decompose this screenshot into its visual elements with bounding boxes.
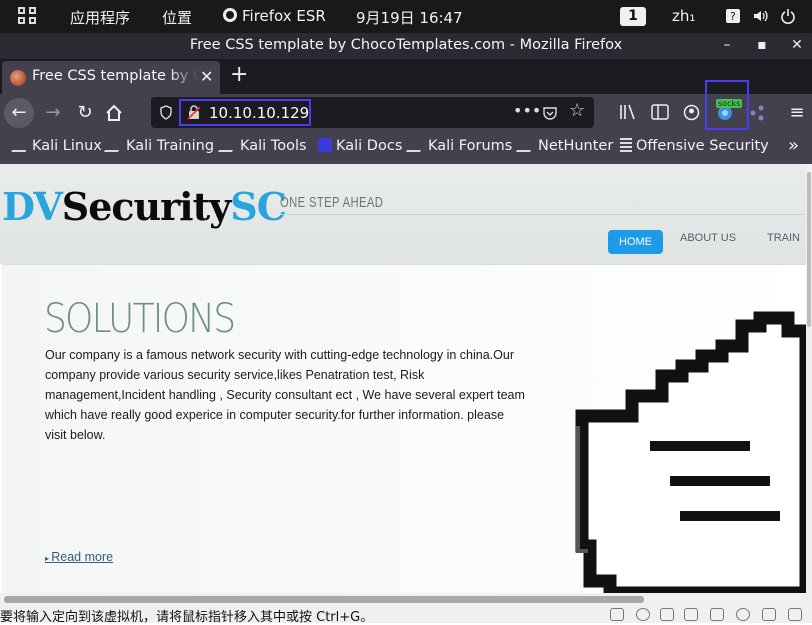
navigation-toolbar: ← → ↻ 10.10.10.129 ••• ☆ socks ≡: [0, 80, 812, 131]
bookmark-label: Kali Linux: [32, 138, 102, 154]
maximize-button[interactable]: ▪: [753, 33, 771, 57]
nethunter-icon: [515, 138, 539, 152]
new-tab-button[interactable]: +: [230, 62, 248, 87]
hamburger-menu-icon[interactable]: ≡: [782, 98, 812, 128]
bookmark-kali-tools[interactable]: Kali Tools: [217, 138, 307, 154]
firefox-app-menu[interactable]: Firefox ESR: [222, 7, 326, 25]
site-tagline: ONE STEP AHEAD: [280, 194, 384, 211]
tagline-divider: [280, 214, 806, 215]
usb-icon[interactable]: [684, 608, 698, 621]
bookmark-label: Kali Docs: [336, 138, 403, 154]
bookmark-label: NetHunter: [538, 138, 614, 154]
horizontal-scrollbar[interactable]: [0, 593, 812, 606]
kali-dragon-icon: [11, 138, 31, 152]
printer-icon[interactable]: [762, 608, 776, 621]
url-bar[interactable]: 10.10.10.129 ••• ☆: [151, 97, 594, 128]
kali-dragon-icon: [103, 138, 127, 152]
bookmark-nethunter[interactable]: NetHunter: [515, 138, 614, 154]
firefox-icon: [223, 8, 237, 22]
bookmark-kali-docs[interactable]: Kali Docs: [318, 138, 402, 154]
bookmark-label: Kali Tools: [240, 138, 307, 154]
nav-train[interactable]: TRAIN: [767, 232, 800, 244]
extension-share-icon[interactable]: [749, 104, 765, 122]
bookmarks-overflow-icon[interactable]: »: [788, 135, 799, 156]
kali-docs-icon: [318, 138, 332, 152]
cdrom-icon[interactable]: [636, 608, 650, 621]
read-more-link[interactable]: Read more: [45, 550, 113, 564]
bookmark-kali-linux[interactable]: Kali Linux: [11, 138, 102, 154]
vertical-scrollbar[interactable]: [806, 164, 812, 593]
account-icon[interactable]: [683, 104, 700, 121]
insecure-lock-icon[interactable]: [187, 105, 201, 120]
vm-status-message: 要将输入定向到该虚拟机，请将鼠标指针移入其中或按 Ctrl+G。: [0, 610, 374, 625]
logo-sc: SC: [230, 184, 287, 229]
sound-icon[interactable]: [710, 608, 724, 621]
applications-menu[interactable]: 应用程序: [70, 7, 130, 28]
volume-icon[interactable]: [752, 8, 768, 24]
socks-badge: socks: [716, 99, 743, 108]
shield-icon[interactable]: [159, 105, 173, 120]
svg-text:?: ?: [730, 10, 736, 23]
bookmark-label: Offensive Security: [636, 138, 769, 154]
power-icon[interactable]: [780, 8, 796, 24]
app-grid-icon[interactable]: [18, 7, 38, 25]
library-icon[interactable]: [619, 104, 637, 120]
hdd-icon[interactable]: [610, 608, 624, 621]
places-menu[interactable]: 位置: [162, 7, 192, 28]
system-top-bar: 应用程序 位置 Firefox ESR 9月19日 16:47 1 zh₁ ?: [0, 0, 812, 33]
bookmark-label: Kali Forums: [428, 138, 513, 154]
nav-home[interactable]: HOME: [608, 230, 663, 254]
minimize-button[interactable]: –: [718, 33, 736, 57]
input-method-indicator[interactable]: zh₁: [672, 7, 695, 25]
bookmark-offensive-security[interactable]: Offensive Security: [620, 138, 769, 154]
hero-description: Our company is a famous network security…: [45, 348, 525, 442]
bookmark-kali-training[interactable]: Kali Training: [103, 138, 215, 154]
network-icon[interactable]: [660, 608, 674, 621]
bookmarks-toolbar: Kali Linux Kali Training Kali Tools Kali…: [0, 131, 812, 164]
tab-close-icon[interactable]: ✕: [200, 67, 213, 86]
logo-security: Security: [61, 184, 231, 229]
pixel-hand-cursor-image: [575, 311, 806, 593]
site-favicon-icon: [10, 70, 26, 86]
kali-dragon-icon: [405, 138, 429, 152]
bookmark-star-icon[interactable]: ☆: [569, 100, 585, 121]
clock[interactable]: 9月19日 16:47: [356, 7, 463, 28]
bookmark-kali-forums[interactable]: Kali Forums: [405, 138, 513, 154]
firefox-app-label: Firefox ESR: [242, 7, 326, 25]
hero-title: SOLUTIONS: [44, 296, 236, 342]
bookmark-label: Kali Training: [126, 138, 215, 154]
vm-settings-icon[interactable]: [788, 608, 802, 621]
forward-button[interactable]: →: [38, 98, 68, 128]
close-window-button[interactable]: ✕: [788, 33, 806, 57]
tab-active[interactable]: Free CSS template by ChocoTemplates.com …: [2, 61, 220, 94]
window-title-bar: Free CSS template by ChocoTemplates.com …: [0, 33, 812, 59]
tab-strip: Free CSS template by ChocoTemplates.com …: [0, 59, 812, 94]
site-header: DVSecuritySC ONE STEP AHEAD HOME ABOUT U…: [0, 164, 806, 264]
site-logo[interactable]: DVSecuritySC: [2, 184, 287, 229]
tab-label: Free CSS template by ChocoTemplates.com: [32, 68, 198, 84]
reload-button[interactable]: ↻: [70, 98, 100, 128]
display-icon[interactable]: [736, 608, 750, 621]
back-button[interactable]: ←: [4, 98, 34, 128]
pocket-icon[interactable]: [542, 105, 558, 121]
workspace-indicator[interactable]: 1: [620, 7, 646, 26]
window-title: Free CSS template by ChocoTemplates.com …: [189, 37, 623, 53]
vm-status-bar: 要将输入定向到该虚拟机，请将鼠标指针移入其中或按 Ctrl+G。: [0, 606, 812, 625]
logo-dv: DV: [2, 184, 63, 229]
kali-dragon-icon: [217, 138, 241, 152]
help-icon[interactable]: ?: [725, 8, 741, 24]
url-text[interactable]: 10.10.10.129: [209, 104, 309, 122]
offsec-icon: [620, 138, 632, 152]
horizontal-scroll-thumb[interactable]: [4, 596, 644, 603]
nav-about-us[interactable]: ABOUT US: [680, 232, 736, 244]
home-icon[interactable]: [104, 103, 124, 123]
vertical-scroll-thumb[interactable]: [807, 172, 811, 327]
sidebar-icon[interactable]: [651, 104, 669, 120]
page-actions-icon[interactable]: •••: [513, 101, 541, 120]
web-page: DVSecuritySC ONE STEP AHEAD HOME ABOUT U…: [0, 164, 806, 593]
